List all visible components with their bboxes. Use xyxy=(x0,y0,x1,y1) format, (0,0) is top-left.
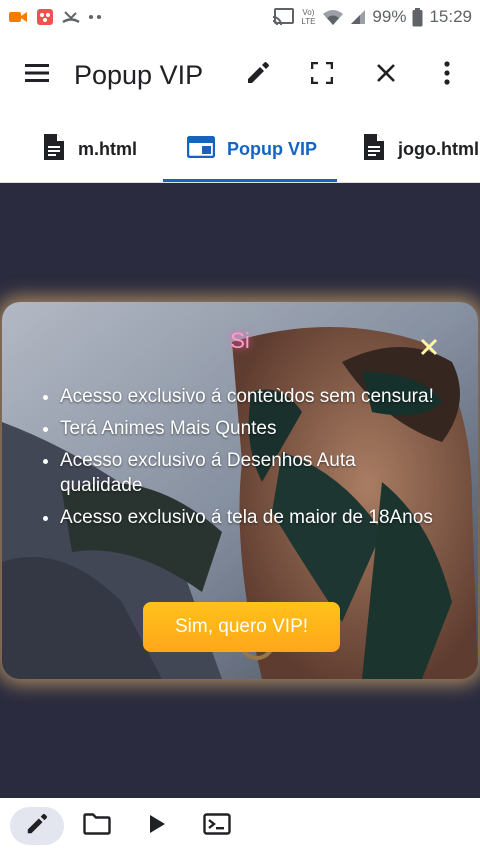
tab-m-html[interactable]: m.html xyxy=(42,116,138,182)
edit-icon xyxy=(25,812,49,841)
list-item: Acesso exclusivo á Desenhos Auta qualida… xyxy=(60,448,440,498)
run-button[interactable] xyxy=(130,807,184,845)
console-button[interactable] xyxy=(190,807,244,845)
popup-title: Si xyxy=(230,328,250,353)
status-system: Vo) LTE 99% 15:29 xyxy=(272,7,472,27)
bottom-navigation xyxy=(0,798,480,854)
menu-button[interactable] xyxy=(5,43,69,107)
popup-close-button[interactable] xyxy=(418,336,440,358)
document-icon xyxy=(362,133,386,166)
video-camera-icon xyxy=(8,9,28,25)
network-label: Vo) LTE xyxy=(301,8,316,26)
more-dots-icon xyxy=(88,14,102,20)
status-bar: Vo) LTE 99% 15:29 xyxy=(0,0,480,34)
tab-label: jogo.html xyxy=(398,139,479,159)
clock: 15:29 xyxy=(429,7,472,26)
list-item: Acesso exclusivo á conteùdos sem censura… xyxy=(60,384,440,409)
more-vert-icon xyxy=(444,60,450,90)
file-tabs: m.html Popup VIP jogo.html xyxy=(0,116,480,183)
edit-title-button[interactable] xyxy=(226,43,290,107)
fullscreen-button[interactable] xyxy=(290,43,354,107)
close-icon xyxy=(376,63,396,88)
play-icon xyxy=(148,814,166,839)
tab-label: m.html xyxy=(78,139,138,159)
signal-icon xyxy=(350,9,366,25)
wifi-icon xyxy=(322,8,344,26)
list-item: Terá Animes Mais Quntes xyxy=(60,416,440,441)
document-icon xyxy=(42,133,66,166)
cast-icon xyxy=(272,8,295,26)
app-notification-icon xyxy=(36,8,54,26)
tab-jogo-html[interactable]: jogo.html xyxy=(362,116,479,182)
list-item: Acesso exclusivo á tela de maior de 18An… xyxy=(60,505,440,530)
battery-icon xyxy=(412,7,423,27)
fullscreen-icon xyxy=(310,61,334,89)
editor-button[interactable] xyxy=(10,807,64,845)
tab-label: Popup VIP xyxy=(227,139,317,159)
more-options-button[interactable] xyxy=(418,43,476,107)
html-preview: Si Acesso exclusivo á conteùdos sem cens… xyxy=(0,183,480,798)
battery-percent: 99% xyxy=(372,7,407,26)
files-button[interactable] xyxy=(70,807,124,845)
app-window: Vo) LTE 99% 15:29 Popup VIP m.html Popup… xyxy=(0,0,480,854)
vip-confirm-button[interactable]: Sim, quero VIP! xyxy=(143,602,340,652)
edit-icon xyxy=(245,60,271,91)
folder-icon xyxy=(83,812,111,840)
tab-popup-vip[interactable]: Popup VIP xyxy=(186,116,317,182)
terminal-icon xyxy=(203,812,231,840)
close-button[interactable] xyxy=(354,43,418,107)
missed-call-icon xyxy=(62,9,80,25)
page-title: Popup VIP xyxy=(74,59,204,90)
status-notifications xyxy=(8,8,102,26)
app-toolbar: Popup VIP xyxy=(0,34,480,116)
vip-benefits-list: Acesso exclusivo á conteùdos sem censura… xyxy=(60,384,440,537)
browser-window-icon xyxy=(186,135,216,163)
close-icon xyxy=(418,338,440,362)
menu-icon xyxy=(24,63,50,88)
vip-popup: Si Acesso exclusivo á conteùdos sem cens… xyxy=(2,302,478,679)
